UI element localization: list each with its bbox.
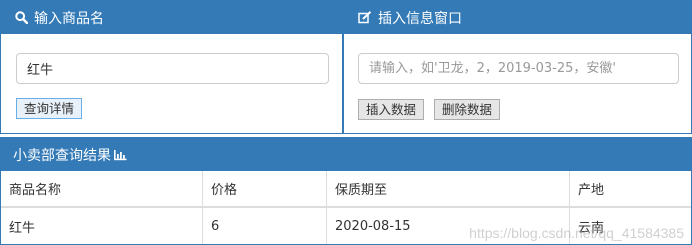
insert-info-input[interactable]: [358, 53, 679, 84]
delete-data-button[interactable]: 删除数据: [434, 99, 501, 120]
table-row: 红牛 6 2020-08-15 云南: [1, 207, 691, 244]
query-panel-header: 输入商品名: [1, 1, 342, 34]
table-cell: 云南: [569, 207, 691, 244]
query-panel: 输入商品名 查询详情: [0, 0, 343, 134]
insert-panel-header: 插入信息窗口: [344, 1, 691, 34]
result-panel-title: 小卖部查询结果: [13, 147, 111, 164]
product-name-input[interactable]: [16, 53, 329, 84]
table-header-row: 商品名称 价格 保质期至 产地: [1, 171, 691, 208]
column-header: 价格: [202, 171, 327, 208]
insert-panel-title: 插入信息窗口: [378, 10, 462, 27]
insert-panel: 插入信息窗口 插入数据 删除数据: [343, 0, 692, 134]
result-table: 商品名称 价格 保质期至 产地 红牛 6 2020-08-15 云南: [1, 171, 691, 244]
edit-icon: [358, 11, 372, 24]
query-details-button[interactable]: 查询详情: [16, 98, 83, 119]
table-cell: 2020-08-15: [326, 207, 570, 244]
column-header: 商品名称: [1, 171, 203, 208]
bar-chart-icon: [113, 149, 127, 161]
insert-data-button[interactable]: 插入数据: [358, 99, 425, 120]
column-header: 保质期至: [326, 171, 570, 208]
search-icon: [15, 11, 28, 24]
query-panel-title: 输入商品名: [34, 10, 104, 27]
table-cell: 6: [202, 207, 327, 244]
column-header: 产地: [569, 171, 691, 208]
result-panel-header: 小卖部查询结果: [1, 138, 691, 171]
result-panel: 小卖部查询结果 商品名称 价格 保质期至 产地 红牛 6 2020-08-15 …: [0, 137, 692, 245]
table-cell: 红牛: [9, 220, 36, 236]
